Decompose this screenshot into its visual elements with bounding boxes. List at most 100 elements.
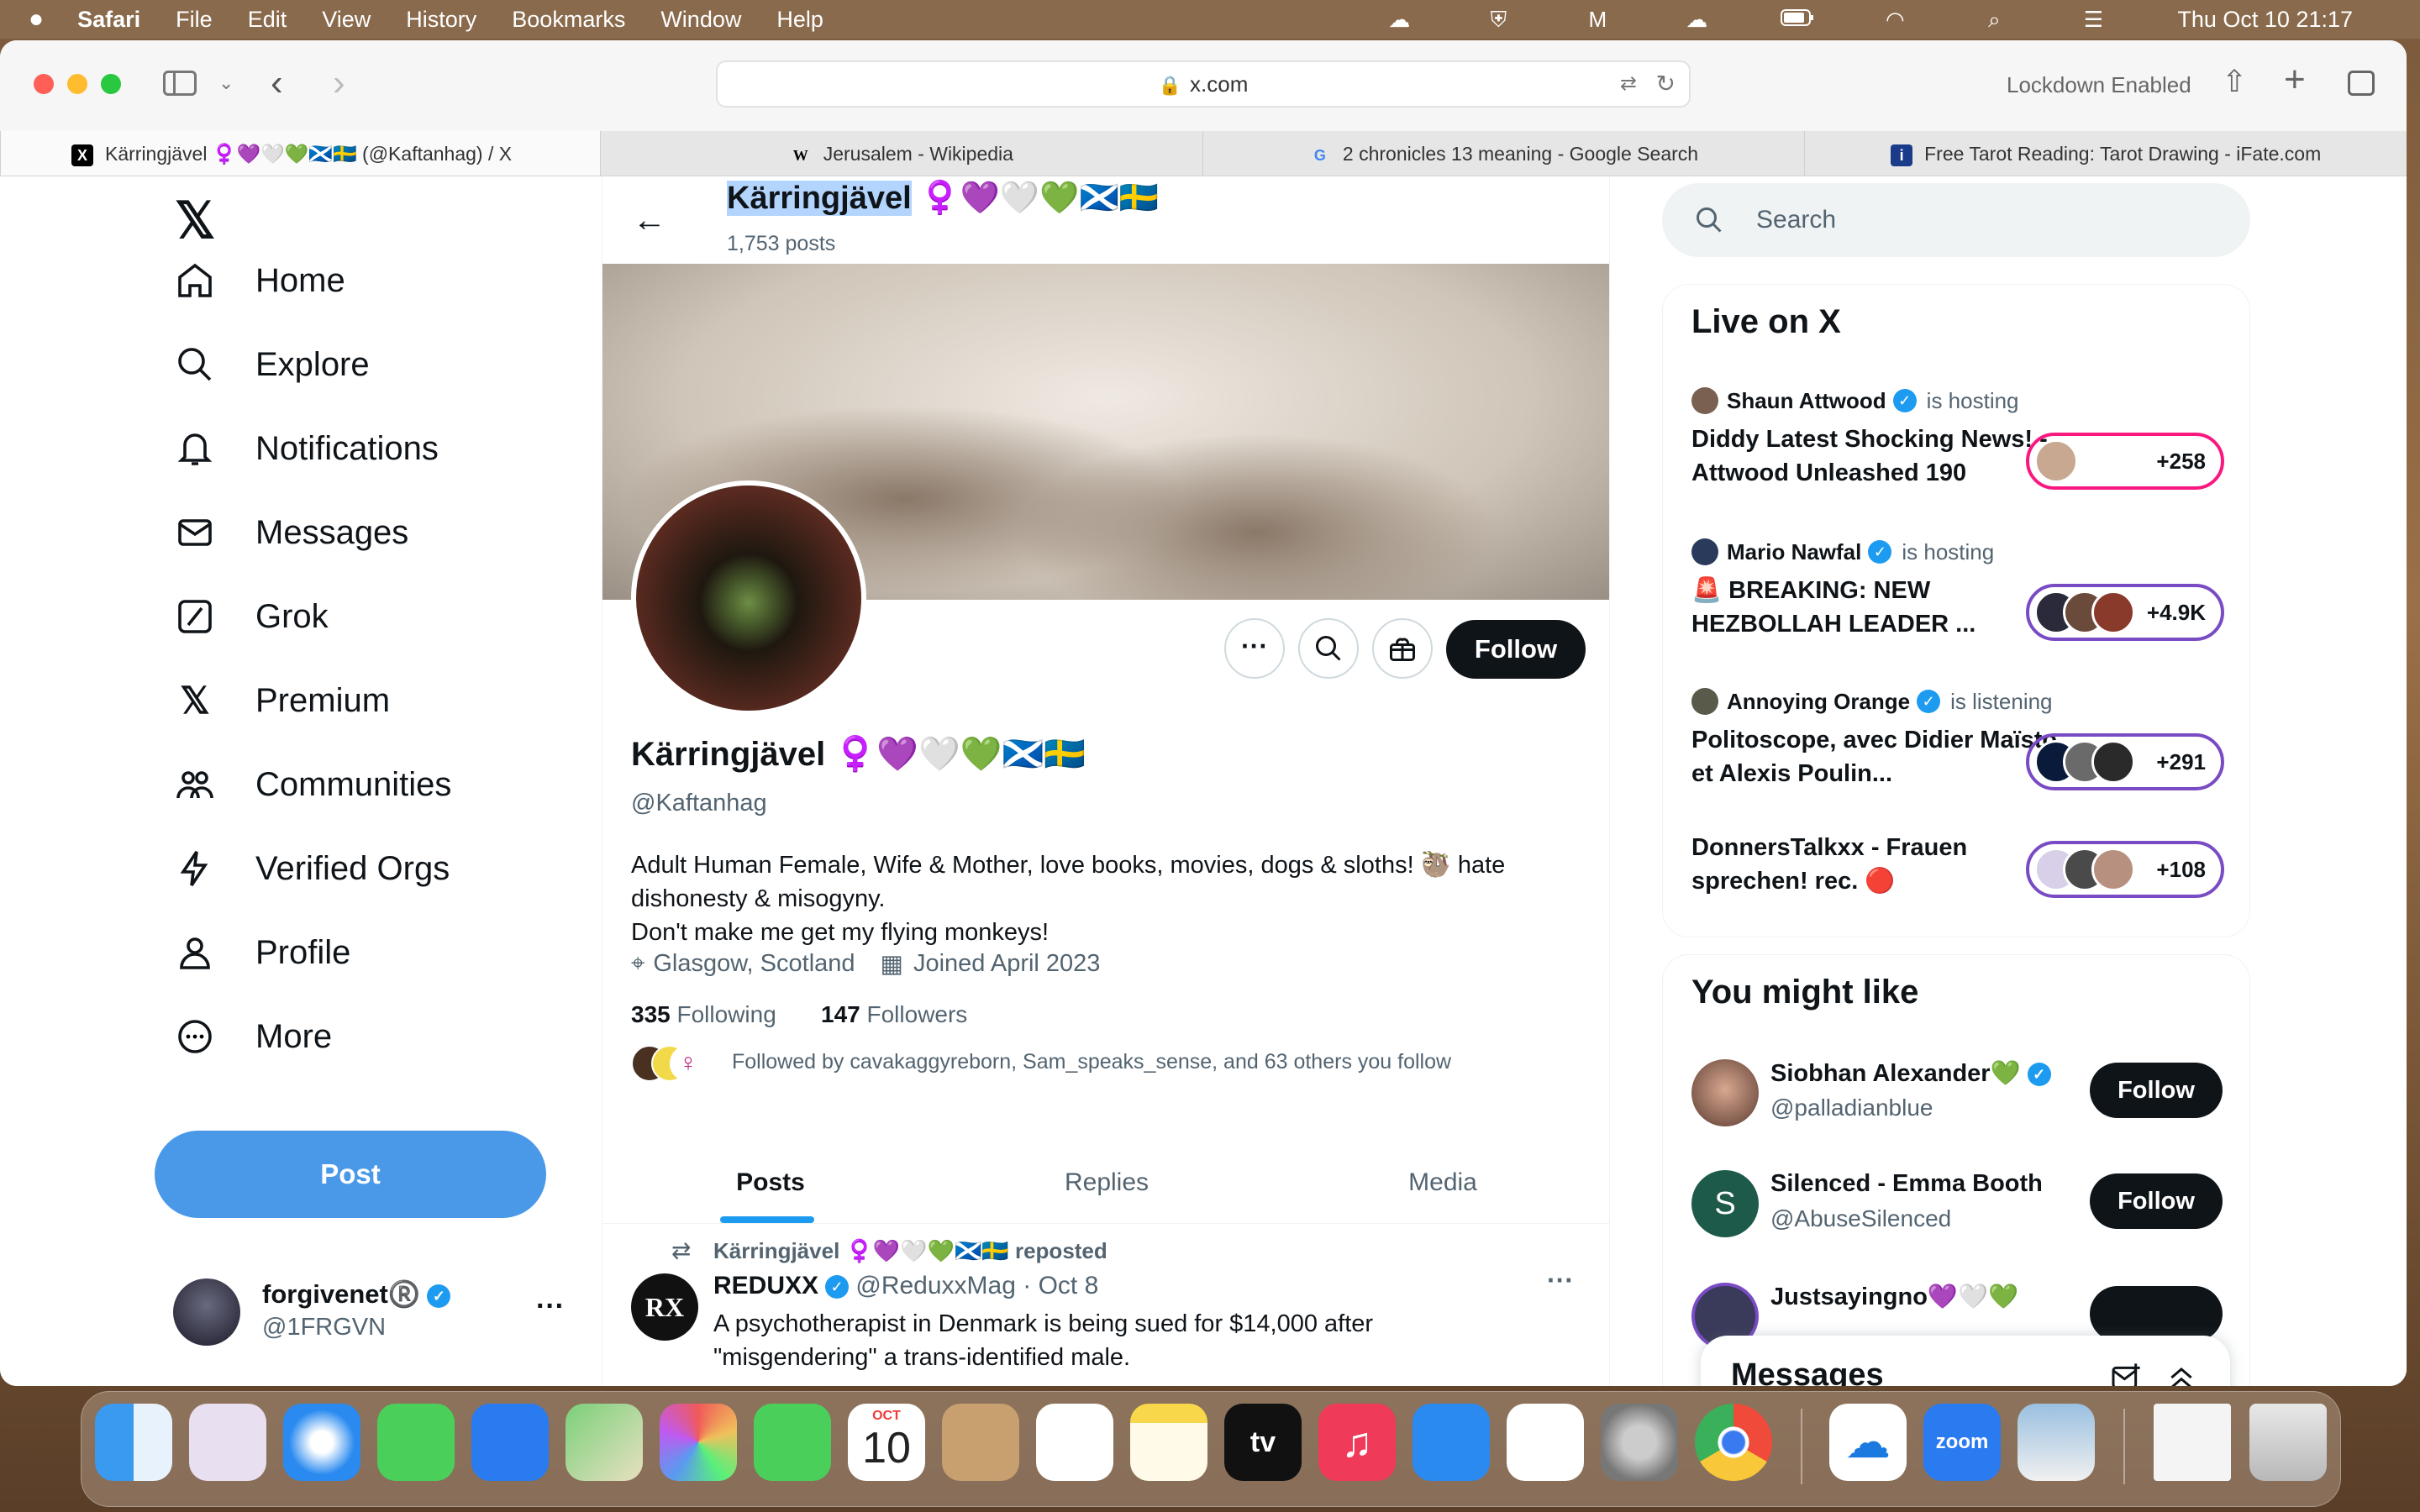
messages-drawer[interactable]: Messages: [1701, 1336, 2230, 1386]
following-link[interactable]: 335 Following: [631, 1001, 776, 1028]
follow-button[interactable]: Follow: [1446, 620, 1586, 679]
launchpad-icon[interactable]: [189, 1404, 266, 1481]
music-icon[interactable]: ♫: [1318, 1404, 1396, 1481]
onedrive-icon[interactable]: ☁: [1829, 1404, 1907, 1481]
followed-by-text[interactable]: Followed by cavakaggyreborn, Sam_speaks_…: [732, 1050, 1451, 1074]
post-handle-date[interactable]: @ReduxxMag · Oct 8: [855, 1272, 1098, 1299]
preview-icon[interactable]: [2018, 1404, 2095, 1481]
menu-file[interactable]: File: [176, 7, 213, 33]
nav-more[interactable]: More: [173, 1011, 332, 1062]
menu-window[interactable]: Window: [660, 7, 741, 33]
nav-explore[interactable]: Explore: [173, 339, 370, 390]
tab-posts[interactable]: Posts: [602, 1142, 939, 1223]
tab-media[interactable]: Media: [1275, 1142, 1611, 1223]
subscribe-button[interactable]: [1372, 618, 1433, 679]
live-listeners-pill[interactable]: +4.9K: [2026, 584, 2224, 641]
wifi-icon[interactable]: ◠: [1880, 8, 1910, 30]
nav-home[interactable]: Home: [173, 255, 345, 306]
profile-avatar[interactable]: [631, 480, 866, 716]
nav-verified-orgs[interactable]: Verified Orgs: [173, 843, 450, 894]
follow-button[interactable]: Follow: [2090, 1173, 2223, 1229]
close-window-button[interactable]: [34, 74, 54, 94]
menu-app-name[interactable]: Safari: [77, 7, 140, 33]
creative-cloud-icon[interactable]: ☁: [1384, 8, 1414, 30]
icloud-icon[interactable]: ☁: [1681, 8, 1712, 30]
menu-view[interactable]: View: [322, 7, 371, 33]
zoom-window-button[interactable]: [101, 74, 121, 94]
document-stack-icon[interactable]: [2154, 1404, 2231, 1481]
tab-replies[interactable]: Replies: [939, 1142, 1275, 1223]
post-more-icon[interactable]: ···: [1547, 1265, 1574, 1296]
share-icon[interactable]: ⇧: [2222, 64, 2247, 99]
repost-context[interactable]: Kärringjävel ♀️💜🤍💚🏴󠁧󠁢󠁳󠁣󠁴󠁿🇸🇪 reposted: [713, 1238, 1107, 1264]
tab-x-profile[interactable]: X Kärringjävel ♀️💜🤍💚🏴󠁧󠁢󠁳󠁣󠁴󠁿🇸🇪 (@Kaftanhag…: [0, 131, 600, 176]
reminders-icon[interactable]: [1036, 1404, 1113, 1481]
apple-icon[interactable]: ●: [29, 5, 44, 34]
search-input[interactable]: Search: [1662, 183, 2250, 257]
live-host[interactable]: Mario Nawfal ✓ is hosting: [1691, 538, 1994, 565]
account-switcher[interactable]: forgivenet®️ ✓ @1FRGVN ···: [173, 1278, 576, 1346]
mutual-avatars[interactable]: ♀: [631, 1043, 707, 1084]
menu-bookmarks[interactable]: Bookmarks: [512, 7, 625, 33]
minimize-window-button[interactable]: [67, 74, 87, 94]
menu-help[interactable]: Help: [776, 7, 823, 33]
spotlight-search-icon[interactable]: ⌕: [1979, 8, 2009, 30]
tab-overview-icon[interactable]: [2348, 71, 2375, 96]
mail-icon[interactable]: [471, 1404, 549, 1481]
live-listeners-pill[interactable]: +108: [2026, 841, 2224, 898]
finder-icon[interactable]: [95, 1404, 172, 1481]
menu-history[interactable]: History: [406, 7, 476, 33]
tab-ifate[interactable]: i Free Tarot Reading: Tarot Drawing - iFa…: [1804, 131, 2407, 176]
system-settings-icon[interactable]: [1601, 1404, 1678, 1481]
app-store-icon[interactable]: [1413, 1404, 1490, 1481]
live-space-title[interactable]: 🚨 BREAKING: NEW HEZBOLLAH LEADER ...: [1691, 574, 2061, 641]
expand-chevron-icon[interactable]: [2165, 1361, 2198, 1386]
notes-icon[interactable]: [1130, 1404, 1207, 1481]
new-message-icon[interactable]: [2109, 1361, 2143, 1386]
calendar-icon[interactable]: OCT 10: [848, 1404, 925, 1481]
tab-google-search[interactable]: G 2 chronicles 13 meaning - Google Search: [1202, 131, 1805, 176]
new-tab-icon[interactable]: +: [2284, 59, 2306, 101]
messages-app-icon[interactable]: [377, 1404, 455, 1481]
more-options-button[interactable]: ···: [1224, 618, 1285, 679]
contacts-icon[interactable]: [942, 1404, 1019, 1481]
nav-premium[interactable]: 𝕏 Premium: [173, 675, 390, 726]
translate-icon[interactable]: ⇄: [1620, 62, 1637, 106]
more-dots-icon[interactable]: ···: [536, 1290, 565, 1323]
address-bar[interactable]: 🔒 x.com ⇄ ↻: [716, 60, 1691, 108]
post-author[interactable]: REDUXX: [713, 1272, 818, 1299]
post-text[interactable]: A psychotherapist in Denmark is being su…: [713, 1307, 1587, 1374]
follow-button[interactable]: [2090, 1286, 2223, 1341]
followers-link[interactable]: 147 Followers: [821, 1001, 967, 1028]
menubar-clock[interactable]: Thu Oct 10 21:17: [2177, 7, 2353, 33]
nav-profile[interactable]: Profile: [173, 927, 350, 978]
chrome-icon[interactable]: [1695, 1404, 1772, 1481]
facetime-icon[interactable]: [754, 1404, 831, 1481]
nav-grok[interactable]: Grok: [173, 591, 329, 642]
live-host[interactable]: Annoying Orange ✓ is listening: [1691, 688, 2053, 715]
zoom-icon[interactable]: zoom: [1923, 1404, 2001, 1481]
control-center-icon[interactable]: ☰: [2078, 8, 2108, 30]
live-host[interactable]: Shaun Attwood ✓ is hosting: [1691, 387, 2019, 414]
post-button[interactable]: Post: [155, 1131, 546, 1218]
photos-icon[interactable]: [660, 1404, 737, 1481]
maps-icon[interactable]: [566, 1404, 643, 1481]
shield-icon[interactable]: ⛨: [1483, 8, 1513, 30]
battery-icon[interactable]: [1781, 8, 1814, 30]
malwarebytes-icon[interactable]: M: [1582, 8, 1612, 30]
menu-edit[interactable]: Edit: [248, 7, 287, 33]
freeform-icon[interactable]: [1507, 1404, 1584, 1481]
post-avatar[interactable]: RX: [631, 1273, 698, 1341]
tab-wikipedia[interactable]: W Jerusalem - Wikipedia: [600, 131, 1202, 176]
trash-icon[interactable]: [2249, 1404, 2327, 1481]
live-space-title[interactable]: Diddy Latest Shocking News! - Attwood Un…: [1691, 423, 2061, 490]
nav-communities[interactable]: Communities: [173, 759, 451, 810]
forward-icon[interactable]: ›: [333, 62, 345, 104]
search-profile-button[interactable]: [1298, 618, 1359, 679]
back-icon[interactable]: ‹: [271, 62, 283, 104]
live-listeners-pill[interactable]: +258: [2026, 433, 2224, 490]
live-space-title[interactable]: Politoscope, avec Didier Maïsto et Alexi…: [1691, 723, 2061, 790]
chevron-down-icon[interactable]: ⌄: [218, 72, 234, 94]
follow-button[interactable]: Follow: [2090, 1063, 2223, 1118]
live-space-title[interactable]: DonnersTalkxx - Frauen sprechen! rec. 🔴: [1691, 831, 2061, 898]
